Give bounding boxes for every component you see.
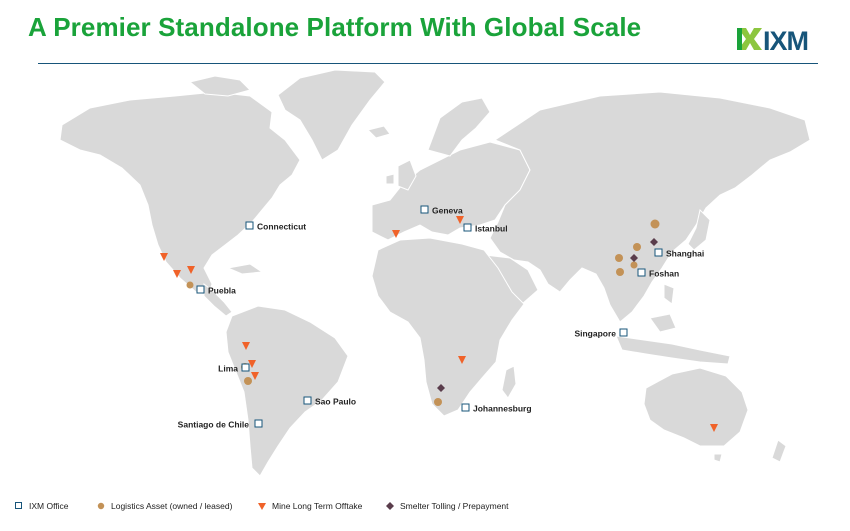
landmass-tasmania: [713, 453, 723, 463]
legend-mine: Mine Long Term Offtake: [258, 501, 362, 511]
landmass-madagascar: [501, 365, 517, 399]
legend-mine-label: Mine Long Term Offtake: [272, 501, 363, 511]
legend-office-label: IXM Office: [29, 501, 69, 511]
office-label: Sao Paulo: [315, 397, 356, 407]
logistics-asset-marker: [244, 377, 252, 385]
logistics-dot-icon: [97, 502, 105, 510]
landmass-philippines: [663, 283, 675, 305]
legend-smelter-label: Smelter Tolling / Prepayment: [400, 501, 509, 511]
logistics-asset-marker: [650, 219, 660, 229]
landmass-north-america: [59, 91, 301, 297]
landmass-greenland: [277, 69, 386, 161]
map-legend: IXM Office Logistics Asset (owned / leas…: [15, 501, 845, 515]
world-map: Connecticut Puebla Lima Sao Paulo Santia…: [59, 69, 811, 477]
office-square-icon: [15, 502, 22, 509]
office-connecticut: Connecticut: [245, 221, 306, 232]
office-label: Foshan: [649, 269, 679, 279]
office-label: Lima: [218, 364, 238, 374]
legend-logistics: Logistics Asset (owned / leased): [97, 501, 232, 511]
office-istanbul: Istanbul: [463, 223, 508, 234]
office-label: Johannesburg: [473, 404, 532, 414]
landmass-new-zealand: [771, 439, 787, 463]
legend-logistics-label: Logistics Asset (owned / leased): [111, 501, 233, 511]
landmass-south-america: [225, 305, 349, 477]
legend-smelter: Smelter Tolling / Prepayment: [386, 501, 509, 511]
office-label: Connecticut: [257, 222, 306, 232]
office-label: Istanbul: [475, 224, 508, 234]
logistics-asset-marker: [186, 281, 194, 289]
legend-office: IXM Office: [15, 501, 69, 511]
logistics-asset-marker: [615, 254, 623, 262]
landmass-iceland: [367, 125, 391, 139]
office-label: Singapore: [574, 329, 616, 339]
office-label: Santiago de Chile: [178, 420, 250, 430]
landmass-arctic-islands: [188, 75, 251, 97]
mine-triangle-icon: [258, 503, 266, 510]
smelter-diamond-icon: [386, 502, 394, 510]
office-label: Puebla: [208, 286, 236, 296]
landmass-indonesia: [615, 313, 731, 365]
logistics-asset-marker: [616, 268, 624, 276]
logistics-asset-marker: [633, 243, 641, 251]
landmass-caribbean: [226, 263, 264, 275]
logistics-asset-marker: [630, 261, 638, 269]
office-johannesburg: Johannesburg: [461, 403, 532, 414]
office-label: Shanghai: [666, 249, 704, 259]
office-label: Geneva: [432, 206, 463, 216]
landmass-australia: [643, 367, 749, 447]
logistics-asset-marker: [434, 398, 442, 406]
landmass-asia: [489, 91, 811, 323]
